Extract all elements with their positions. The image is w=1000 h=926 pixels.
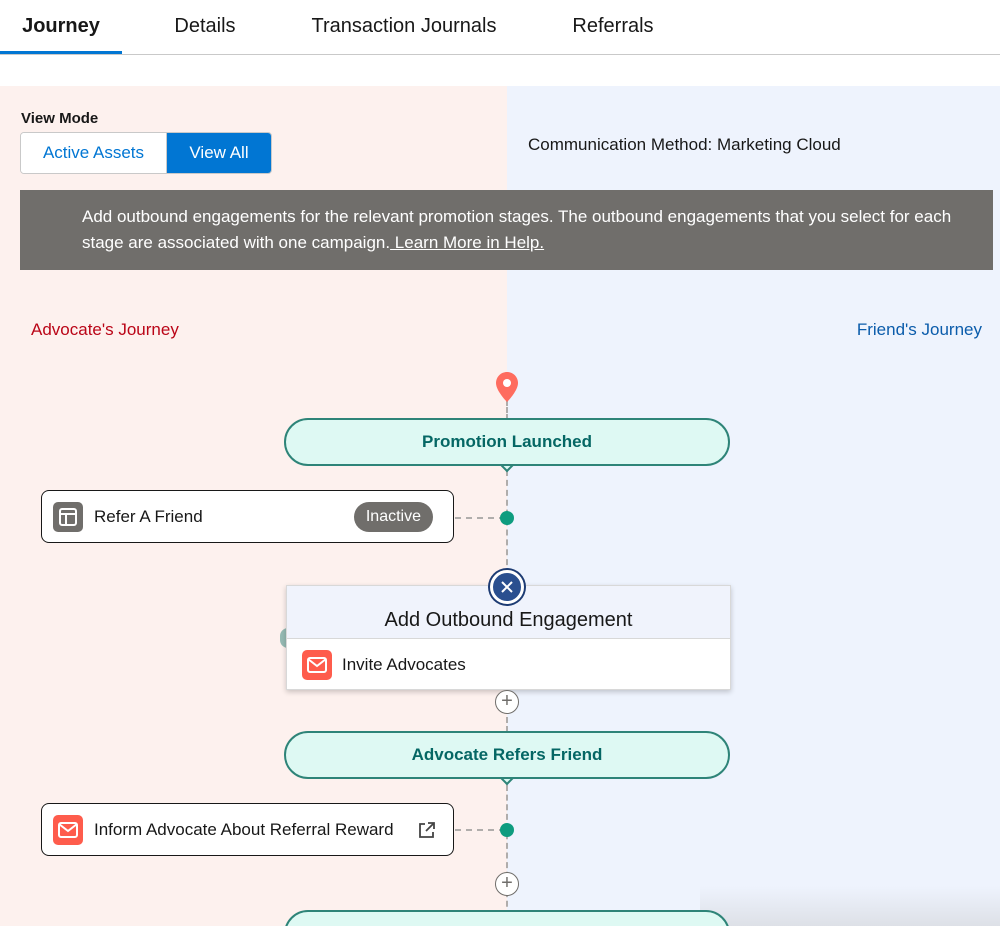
close-popover-button[interactable]: [490, 570, 524, 604]
friend-journey-label: Friend's Journey: [856, 320, 982, 339]
asset-connector: [455, 829, 505, 831]
connector-line: [506, 470, 508, 585]
tab-transaction-journals[interactable]: Transaction Journals: [296, 0, 512, 54]
stage-advocate-refers-friend[interactable]: Advocate Refers Friend: [284, 731, 730, 779]
communication-method: Communication Method: Marketing Cloud: [528, 135, 841, 154]
asset-label: Inform Advocate About Referral Reward: [94, 820, 394, 839]
close-icon: [501, 581, 513, 593]
view-mode-toggle: Active Assets View All: [20, 132, 272, 174]
popover-item-label: Invite Advocates: [342, 655, 466, 674]
tab-bar: Journey Details Transaction Journals Ref…: [0, 0, 1000, 55]
advocate-journey-label: Advocate's Journey: [31, 320, 179, 339]
status-badge: Inactive: [353, 502, 433, 532]
external-link-icon[interactable]: [417, 820, 437, 840]
connector-dot: [500, 823, 514, 837]
tab-journey[interactable]: Journey: [0, 0, 122, 54]
active-assets-button[interactable]: Active Assets: [21, 133, 167, 173]
location-pin-icon: [496, 372, 518, 402]
stage-next[interactable]: [284, 910, 730, 926]
tab-referrals[interactable]: Referrals: [560, 0, 666, 54]
page-layout-icon: [53, 502, 83, 532]
asset-label: Refer A Friend: [94, 507, 203, 526]
connector-dot: [500, 511, 514, 525]
email-icon: [302, 650, 332, 680]
asset-card-inform-advocate[interactable]: Inform Advocate About Referral Reward: [41, 803, 454, 856]
tab-details[interactable]: Details: [160, 0, 250, 54]
invite-advocates-option[interactable]: Invite Advocates: [287, 640, 730, 690]
view-mode-label: View Mode: [21, 110, 99, 127]
asset-connector: [455, 517, 505, 519]
info-banner: Add outbound engagements for the relevan…: [20, 190, 993, 270]
connector-line: [506, 785, 508, 926]
view-all-button[interactable]: View All: [167, 133, 271, 173]
connector-line: [506, 400, 508, 420]
add-engagement-button[interactable]: +: [495, 872, 519, 896]
asset-card-refer-a-friend[interactable]: Refer A Friend Inactive: [41, 490, 454, 543]
learn-more-link[interactable]: Learn More in Help.: [390, 233, 544, 252]
add-engagement-button[interactable]: +: [495, 690, 519, 714]
stage-promotion-launched[interactable]: Promotion Launched: [284, 418, 730, 466]
email-icon: [53, 815, 83, 845]
